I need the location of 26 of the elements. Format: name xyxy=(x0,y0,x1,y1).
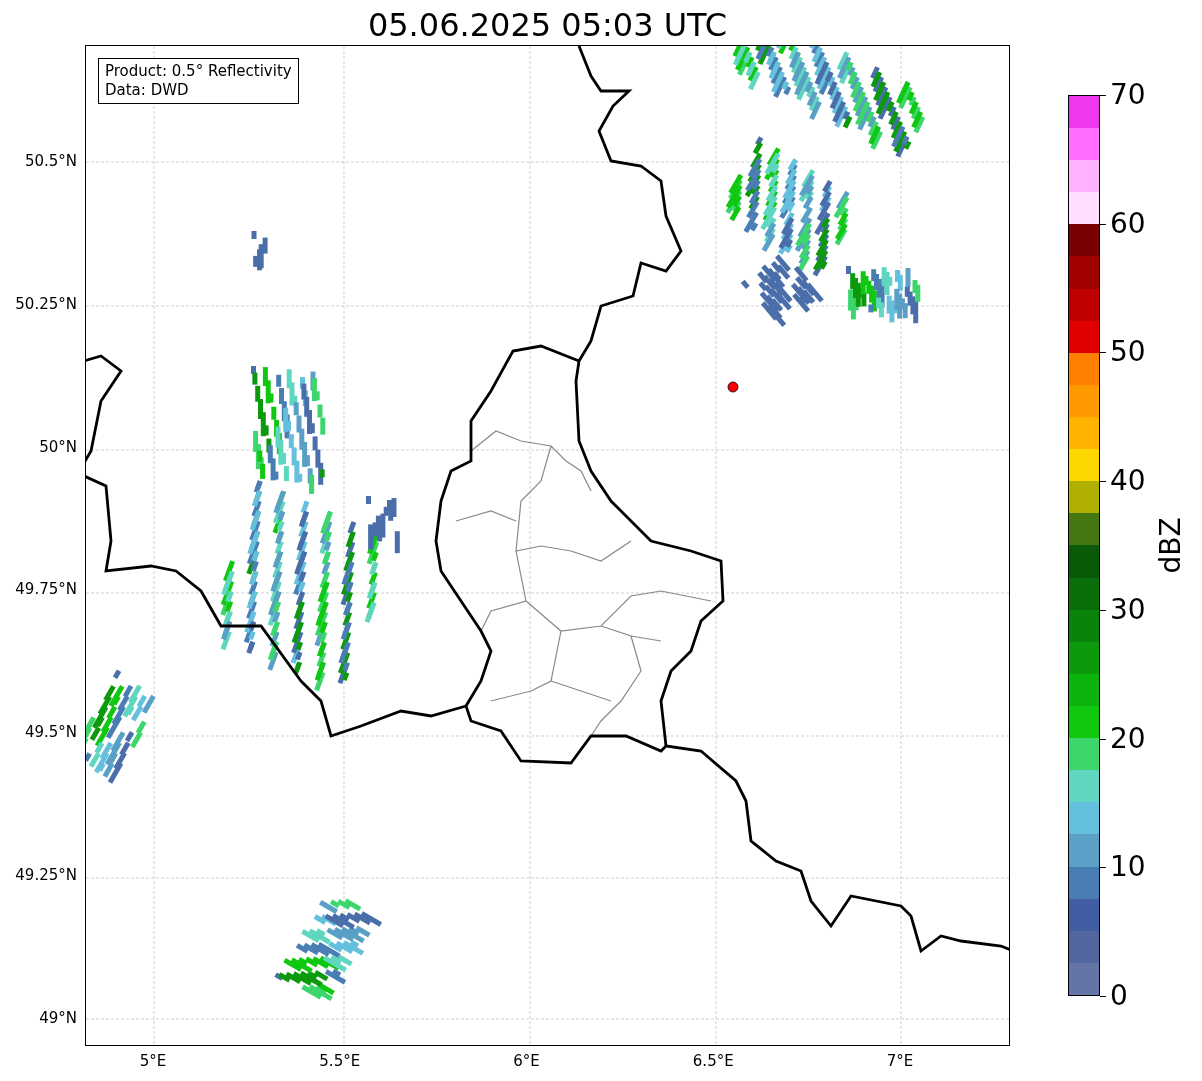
colorbar-tick-label: 60 xyxy=(1110,209,1146,238)
longitude-label: 7°E xyxy=(886,1052,914,1070)
colorbar-tick-label: 30 xyxy=(1110,595,1146,624)
info-text: Data: DWD xyxy=(105,81,190,100)
latitude-label: 50.25°N xyxy=(15,294,77,313)
latitude-label: 49°N xyxy=(39,1008,77,1027)
longitude-label: 5°E xyxy=(139,1052,167,1070)
colorbar-tick-label: 40 xyxy=(1110,467,1146,496)
colorbar-tick-label: 20 xyxy=(1110,724,1146,753)
longitude-label: 6.5°E xyxy=(692,1052,734,1070)
longitude-label: 5.5°E xyxy=(319,1052,361,1070)
latitude-label: 49.75°N xyxy=(15,580,77,599)
colorbar-tick-label: 70 xyxy=(1110,81,1146,109)
precipitation-echo xyxy=(251,231,268,271)
chart-title: 05.06.2025 05:03 UTC xyxy=(367,5,728,45)
latitude-label: 50°N xyxy=(39,437,77,456)
colorbar-tick-label: 50 xyxy=(1110,338,1146,367)
latitude-label: 50.5°N xyxy=(24,152,77,170)
latitude-label: 49.25°N xyxy=(15,866,77,884)
colorbar-tick-label: 10 xyxy=(1110,853,1146,882)
colorbar-tick-label: 0 xyxy=(1110,982,1128,1010)
radar-site-marker xyxy=(727,381,739,393)
colorbar-label: dBZ xyxy=(1153,517,1187,574)
info-text: Product: 0.5° Reflectivity xyxy=(105,62,292,81)
longitude-label: 6°E xyxy=(513,1052,540,1070)
latitude-label: 49.5°N xyxy=(24,723,77,742)
